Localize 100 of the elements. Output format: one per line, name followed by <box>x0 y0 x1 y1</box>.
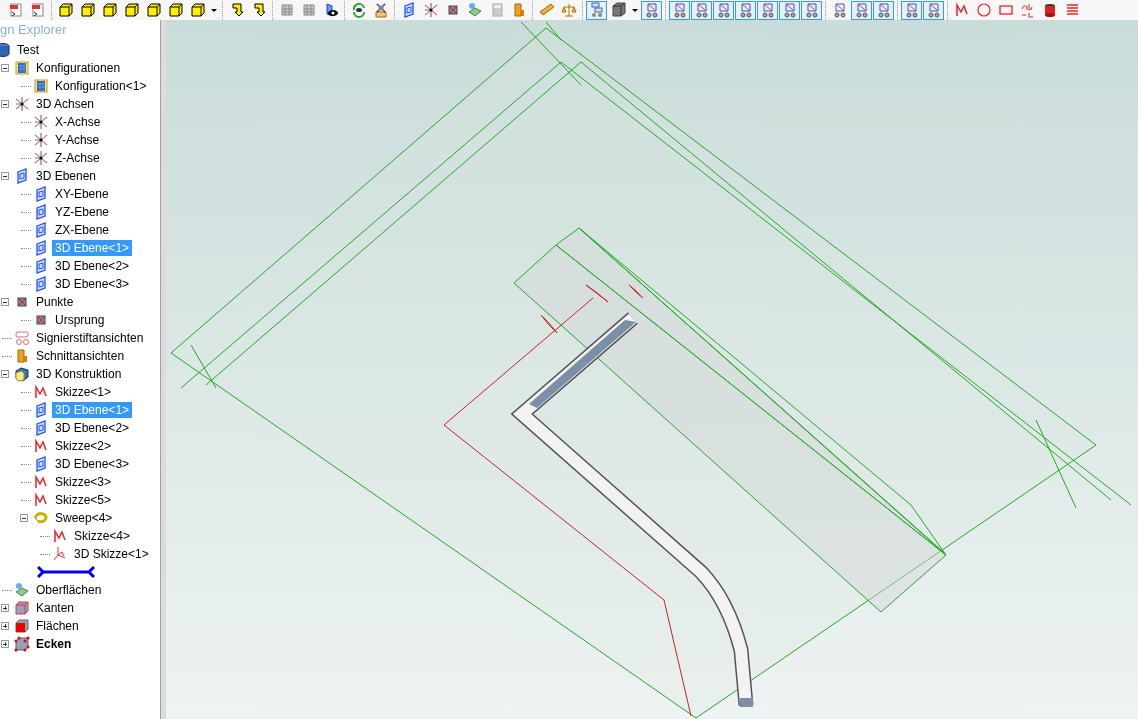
cube-icon <box>79 2 96 18</box>
tree-item[interactable]: Oberflächen <box>33 582 105 598</box>
tree-item[interactable]: Schnittansichten <box>33 348 128 364</box>
cross-icon <box>372 2 389 18</box>
tree-item[interactable]: Flächen <box>33 618 82 634</box>
tree-item[interactable]: 3D Ebene<3> <box>52 276 133 292</box>
polyline-icon <box>52 528 68 544</box>
plane-icon <box>33 222 49 238</box>
axes-icon <box>14 96 30 112</box>
tree-item[interactable]: Skizze<5> <box>52 492 115 508</box>
table-icon <box>33 78 49 94</box>
sweep-icon <box>33 510 49 526</box>
cube-icon <box>123 2 140 18</box>
plane-icon <box>33 420 49 436</box>
collapse-toggle[interactable] <box>1 100 9 108</box>
cube-icon <box>14 600 30 616</box>
table-icon <box>14 60 30 76</box>
axes-icon <box>422 2 439 18</box>
collapse-toggle[interactable] <box>20 514 28 522</box>
plane-icon <box>33 186 49 202</box>
tree-item[interactable]: 3D Ebene<2> <box>52 420 133 436</box>
circle-icon <box>975 2 992 18</box>
tree-item[interactable]: Ecken <box>33 636 75 652</box>
tree-item[interactable]: Y-Achse <box>52 132 103 148</box>
tree-item[interactable]: Skizze<4> <box>71 528 134 544</box>
polyline-icon <box>33 492 49 508</box>
cube-icon <box>14 366 30 382</box>
point-icon <box>33 312 49 328</box>
text-icon <box>1019 2 1036 18</box>
cube-icon <box>145 2 162 18</box>
tree-item[interactable]: 3D Konstruktion <box>33 366 125 382</box>
mesh-icon <box>300 2 317 18</box>
caret-icon <box>211 8 217 12</box>
expand-toggle[interactable] <box>1 604 9 612</box>
cart-icon <box>831 2 848 18</box>
tree-item[interactable]: X-Achse <box>52 114 104 130</box>
polyline-icon <box>33 474 49 490</box>
sketch-icon <box>52 546 68 562</box>
cart-icon <box>781 2 798 18</box>
surface-icon <box>466 2 483 18</box>
expand-toggle[interactable] <box>1 640 9 648</box>
axes-icon <box>33 114 49 130</box>
tree-item[interactable]: 3D Ebenen <box>33 168 100 184</box>
tree-icon <box>588 2 605 18</box>
ruler-icon <box>538 2 555 18</box>
tree-item[interactable]: XY-Ebene <box>52 186 112 202</box>
markup-icon <box>14 330 30 346</box>
cart-icon <box>925 2 942 18</box>
plane-icon <box>33 276 49 292</box>
tree-item[interactable]: Skizze<3> <box>52 474 115 490</box>
tree-item[interactable]: Sweep<4> <box>52 510 116 526</box>
tree-item[interactable]: Z-Achse <box>52 150 103 166</box>
tree-item[interactable]: Ursprung <box>52 312 108 328</box>
tree-item[interactable]: Punkte <box>33 294 77 310</box>
tree-item[interactable]: 3D Skizze<1> <box>71 546 152 562</box>
cart-icon <box>875 2 892 18</box>
tree-item[interactable]: Skizze<2> <box>52 438 115 454</box>
cart-icon <box>693 2 710 18</box>
tree-item[interactable]: YZ-Ebene <box>52 204 113 220</box>
rotate-icon <box>350 2 367 18</box>
cube-icon <box>14 636 30 652</box>
tree-item[interactable]: Skizze<1> <box>52 384 115 400</box>
point-icon <box>14 294 30 310</box>
tree-item[interactable]: ZX-Ebene <box>52 222 113 238</box>
cart-icon <box>715 2 732 18</box>
plane-icon <box>33 258 49 274</box>
collapse-toggle[interactable] <box>1 298 9 306</box>
plane-icon <box>33 456 49 472</box>
cart-icon <box>671 2 688 18</box>
cube-icon <box>57 2 74 18</box>
cart-icon <box>903 2 920 18</box>
tree-item[interactable]: Konfigurationen <box>33 60 124 76</box>
expand-toggle[interactable] <box>1 622 9 630</box>
polyline-icon <box>953 2 970 18</box>
plane-icon <box>14 168 30 184</box>
polyline-icon <box>33 384 49 400</box>
surface-icon <box>14 582 30 598</box>
collapse-toggle[interactable] <box>1 370 9 378</box>
box-icon <box>610 2 627 18</box>
plane-icon <box>33 240 49 256</box>
collapse-toggle[interactable] <box>1 172 9 180</box>
plane-icon <box>33 204 49 220</box>
cart-icon <box>759 2 776 18</box>
tree-item[interactable]: 3D Ebene<3> <box>52 456 133 472</box>
plane-icon <box>33 402 49 418</box>
collapse-toggle[interactable] <box>1 64 9 72</box>
tree-item[interactable]: 3D Achsen <box>33 96 98 112</box>
cart-icon <box>737 2 754 18</box>
cart-icon <box>643 2 660 18</box>
axes-icon <box>33 150 49 166</box>
cube-icon <box>167 2 184 18</box>
tree-item[interactable]: Signierstiftansichten <box>33 330 147 346</box>
tree-item[interactable]: Test <box>14 42 42 58</box>
tree-item[interactable]: Konfiguration<1> <box>52 78 150 94</box>
cart-icon <box>853 2 870 18</box>
mesh-icon <box>278 2 295 18</box>
scale-icon <box>560 2 577 18</box>
caret-icon <box>632 8 638 12</box>
tree-item[interactable]: 3D Ebene<2> <box>52 258 133 274</box>
tree-item[interactable]: Kanten <box>33 600 78 616</box>
